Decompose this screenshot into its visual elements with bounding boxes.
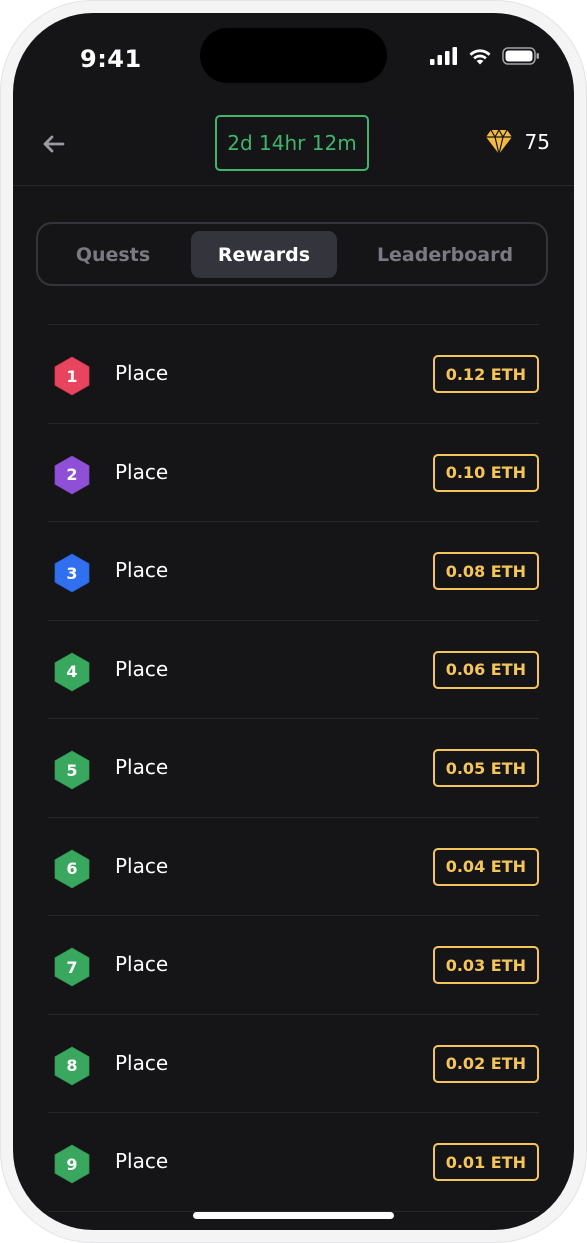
reward-row: 5 Place 0.05 ETH (48, 718, 539, 817)
place-label: Place (115, 656, 169, 681)
gem-balance[interactable]: 75 (485, 129, 550, 155)
back-arrow-icon[interactable] (39, 129, 69, 159)
rank-number: 5 (66, 760, 78, 780)
status-time: 9:41 (80, 45, 142, 73)
reward-row: 1 Place 0.12 ETH (48, 324, 539, 423)
rank-number: 8 (66, 1056, 78, 1075)
device-frame: 9:41 2d 14hr 12m 75 Quests Rewards Leade… (0, 0, 587, 1243)
rank-badge: 5 (52, 749, 92, 791)
rank-badge: 7 (52, 946, 92, 988)
tab-quests[interactable]: Quests (45, 231, 181, 278)
place-label: Place (115, 459, 169, 484)
screen: 9:41 2d 14hr 12m 75 Quests Rewards Leade… (13, 13, 574, 1230)
rank-badge: 1 (52, 355, 92, 397)
home-indicator[interactable] (193, 1212, 394, 1219)
rank-badge: 9 (52, 1143, 92, 1185)
gem-icon (485, 129, 512, 155)
eth-reward-badge: 0.02 ETH (432, 1044, 539, 1083)
status-bar: 9:41 (13, 13, 574, 103)
eth-reward-badge: 0.05 ETH (432, 749, 539, 787)
tab-bar: Quests Rewards Leaderboard (36, 222, 548, 286)
rank-badge: 8 (52, 1045, 92, 1087)
rank-number: 7 (66, 957, 78, 977)
reward-row: 9 Place 0.01 ETH (48, 1112, 539, 1211)
rewards-list: 1 Place 0.12 ETH 2 Place 0.10 ETH 3 Place 0.08 E… (48, 324, 539, 1212)
place-label: Place (115, 1149, 169, 1173)
cellular-signal-icon (430, 47, 457, 65)
eth-reward-badge: 0.08 ETH (432, 552, 539, 590)
eth-reward-badge: 0.03 ETH (432, 946, 539, 984)
eth-reward-badge: 0.10 ETH (432, 453, 539, 492)
countdown-timer: 2d 14hr 12m (215, 115, 369, 171)
rank-badge: 6 (52, 848, 92, 890)
rank-number: 2 (66, 465, 78, 484)
reward-row: 8 Place 0.02 ETH (48, 1013, 539, 1113)
header-divider (13, 185, 574, 186)
tab-leaderboard[interactable]: Leaderboard (353, 231, 537, 278)
place-label: Place (115, 1050, 169, 1075)
place-label: Place (115, 755, 169, 779)
rank-number: 4 (66, 662, 78, 681)
rank-badge: 3 (52, 552, 92, 594)
place-label: Place (115, 952, 169, 976)
rank-badge: 2 (52, 454, 92, 496)
tab-rewards[interactable]: Rewards (191, 231, 337, 278)
rank-number: 9 (66, 1154, 78, 1174)
reward-row: 6 Place 0.04 ETH (48, 816, 539, 916)
gem-count: 75 (524, 130, 550, 154)
rank-badge: 4 (52, 651, 92, 693)
reward-row: 3 Place 0.08 ETH (48, 521, 539, 620)
reward-row: 7 Place 0.03 ETH (48, 915, 539, 1014)
rank-number: 3 (66, 563, 78, 583)
system-icons (430, 47, 540, 65)
reward-row: 2 Place 0.10 ETH (48, 422, 539, 522)
reward-row: 4 Place 0.06 ETH (48, 619, 539, 719)
eth-reward-badge: 0.04 ETH (432, 847, 539, 886)
place-label: Place (115, 853, 169, 878)
wifi-icon (469, 49, 491, 65)
battery-icon (502, 47, 539, 65)
eth-reward-badge: 0.01 ETH (432, 1143, 539, 1181)
rank-number: 6 (66, 859, 78, 878)
dynamic-island (200, 28, 387, 83)
place-label: Place (115, 558, 169, 582)
eth-reward-badge: 0.06 ETH (432, 650, 539, 689)
header: 2d 14hr 12m 75 (13, 105, 574, 185)
eth-reward-badge: 0.12 ETH (432, 355, 539, 393)
place-label: Place (115, 361, 169, 385)
rank-number: 1 (66, 366, 78, 386)
